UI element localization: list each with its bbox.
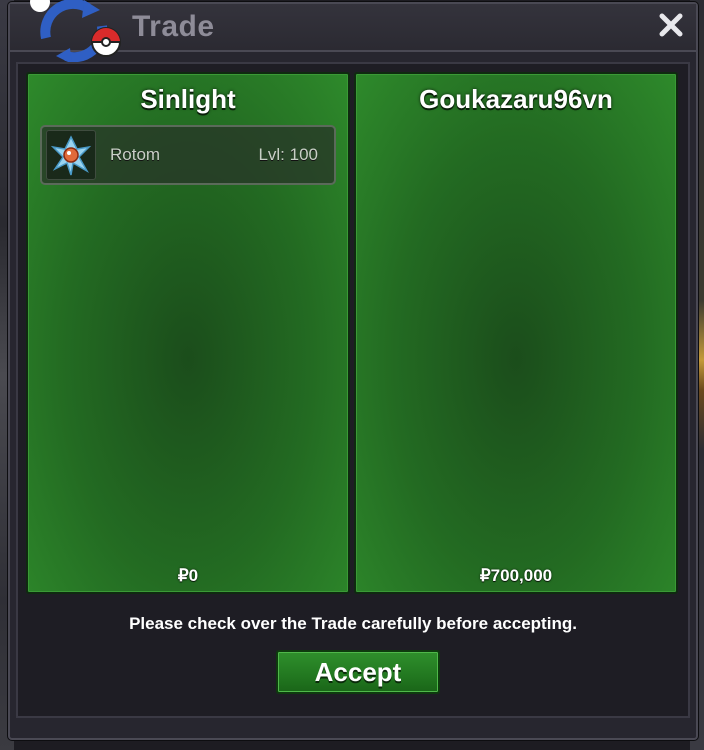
partner-player-name: Goukazaru96vn	[419, 84, 613, 114]
rotom-icon	[46, 130, 96, 180]
close-icon[interactable]	[656, 10, 686, 40]
offered-pokemon-row[interactable]: Rotom Lvl: 100	[40, 125, 336, 185]
my-offer-panel: Sinlight Rotom Lvl: 100 ₽0	[26, 72, 350, 594]
window-title: Trade	[132, 10, 215, 43]
my-money-offer: ₽0	[177, 566, 199, 585]
trade-window: Trade Sinlight Rotom Lvl: 100 ₽0 Goukaza…	[8, 0, 698, 740]
partner-money-offer: ₽700,000	[479, 566, 553, 585]
pokemon-level: Lvl: 100	[258, 145, 318, 164]
pokemon-name: Rotom	[110, 145, 161, 164]
my-player-name: Sinlight	[140, 84, 236, 114]
trade-swap-logo-icon	[30, 0, 121, 64]
accept-button[interactable]: Accept	[276, 650, 440, 694]
trade-content: Sinlight Rotom Lvl: 100 ₽0 Goukazaru96vn…	[16, 62, 690, 718]
trade-warning-text: Please check over the Trade carefully be…	[129, 614, 577, 633]
partner-offer-panel: Goukazaru96vn ₽700,000	[354, 72, 678, 594]
